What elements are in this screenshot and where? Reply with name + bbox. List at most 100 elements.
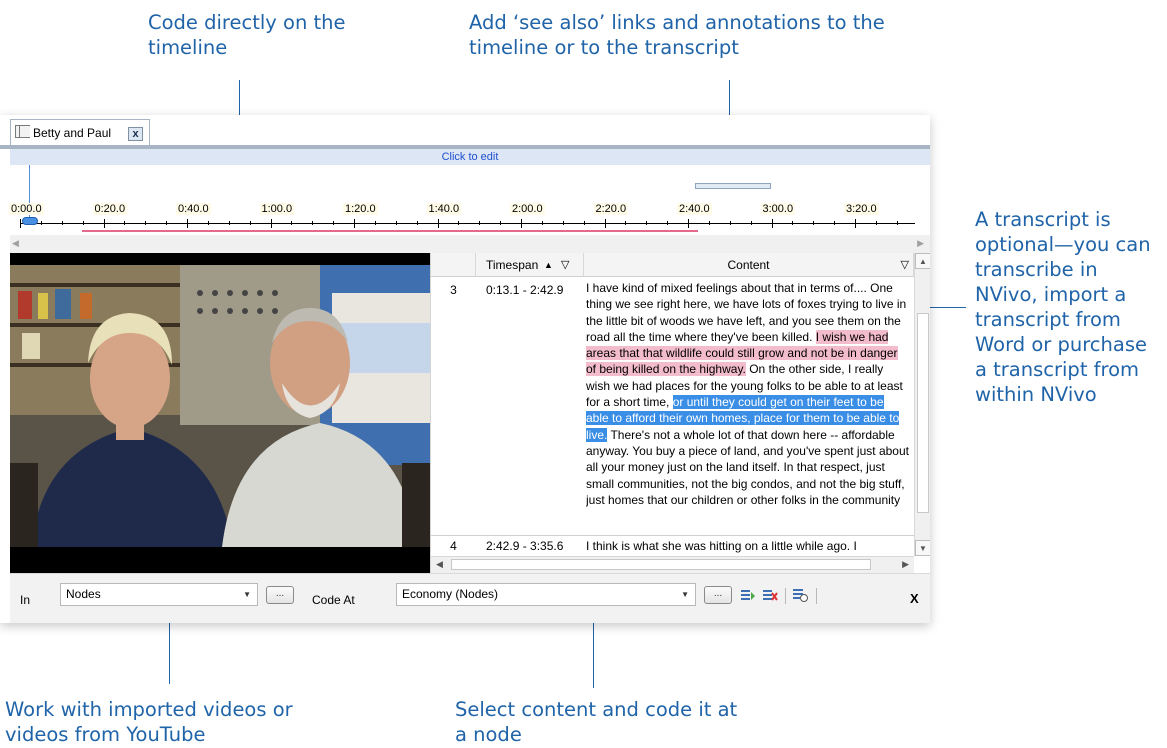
timeline-minor-tick [40, 221, 42, 225]
timeline-tick-label: 1:00.0 [259, 203, 295, 215]
timeline-tick-label: 2:20.0 [593, 203, 629, 215]
timeline-tick-label: 0:40.0 [176, 203, 211, 215]
in-select-value: Nodes [66, 587, 101, 601]
scroll-thumb[interactable] [917, 313, 929, 513]
timeline-minor-tick [458, 221, 460, 225]
timeline-tick-label: 1:20.0 [343, 203, 378, 215]
timeline-minor-tick [646, 221, 648, 225]
video-frame [10, 253, 430, 573]
callout-transcript: A transcript is optional—you can transcr… [975, 208, 1151, 406]
tab-strip: Betty and Paul x [0, 115, 930, 145]
callout-see-also: Add ‘see also’ links and annotations to … [469, 11, 885, 59]
row-timespan[interactable]: 2:42.9 - 3:35.6 [486, 539, 563, 553]
timespan-header-label: Timespan [486, 258, 539, 272]
highlight-coding-icon[interactable] [792, 588, 808, 602]
timeline-minor-tick [124, 221, 126, 225]
row-content[interactable]: I think is what she was hitting on a lit… [586, 539, 911, 553]
sort-icon[interactable]: ▲ [544, 253, 553, 277]
timeline-tick-label: 2:00.0 [510, 203, 545, 215]
in-select[interactable]: Nodes ▼ [60, 583, 258, 606]
quick-coding-bar: In Nodes ▼ ... Code At Economy (Nodes) ▼… [10, 573, 930, 623]
timeline-minor-tick [395, 221, 397, 225]
row-divider [431, 535, 914, 536]
callout-leader-line [924, 307, 966, 308]
tab-betty-and-paul[interactable]: Betty and Paul x [10, 119, 150, 145]
scroll-up-icon[interactable]: ▲ [915, 253, 930, 269]
timeline-scrollbar[interactable]: ◀ ▶ [10, 235, 930, 253]
timeline-tick [771, 219, 773, 228]
chevron-down-icon[interactable]: ▼ [243, 584, 251, 605]
timeline-minor-tick [813, 221, 815, 225]
timeline-minor-tick [479, 221, 481, 225]
callout-videos: Work with imported videos or videos from… [5, 698, 293, 746]
scroll-right-icon[interactable]: ▶ [902, 559, 909, 570]
timeline-minor-tick [792, 221, 794, 225]
timeline-tick [354, 219, 355, 228]
filter-icon[interactable]: ▽ [561, 253, 569, 277]
timeline-tick [187, 219, 188, 228]
scroll-left-icon[interactable]: ◀ [12, 238, 19, 249]
coding-stripe[interactable] [82, 230, 698, 232]
scroll-down-icon[interactable]: ▼ [915, 540, 930, 556]
column-header-content[interactable]: Content ▽ [584, 253, 914, 277]
chevron-down-icon[interactable]: ▼ [681, 584, 689, 605]
close-icon[interactable]: x [128, 127, 143, 141]
timeline[interactable]: 0:00.0 0:20.0 0:40.0 1:00.0 1:20.0 1:40.0 2:00… [9, 165, 930, 235]
timeline-tick [20, 219, 21, 228]
close-coding-bar-button[interactable]: X [910, 591, 919, 606]
transcript-text: There's not a whole lot of that down her… [586, 427, 909, 507]
code-at-label: Code At [312, 593, 355, 607]
timeline-minor-tick [61, 221, 63, 225]
timeline-minor-tick [291, 221, 293, 225]
tab-label: Betty and Paul [33, 126, 112, 140]
browse-button[interactable]: ... [704, 586, 732, 604]
transcript-grid: Timespan ▲ ▽ Content ▽ 3 0:13.1 - 2:42.9… [430, 253, 930, 573]
row-timespan[interactable]: 0:13.1 - 2:42.9 [486, 283, 563, 297]
code-selection-icon[interactable] [740, 588, 756, 602]
timeline-minor-tick [82, 221, 84, 225]
uncode-selection-icon[interactable] [762, 588, 778, 602]
timeline-minor-tick [583, 221, 585, 225]
timeline-tick-label: 3:20.0 [844, 203, 879, 215]
timeline-minor-tick [896, 221, 898, 225]
video-player[interactable] [10, 253, 430, 573]
callout-timeline-coding: Code directly on the timeline [148, 11, 346, 59]
timeline-tick [604, 219, 606, 228]
timeline-minor-tick [834, 221, 836, 225]
timeline-minor-tick [667, 221, 669, 225]
scroll-thumb[interactable] [451, 559, 871, 570]
timeline-minor-tick [875, 221, 877, 225]
timeline-minor-tick [729, 221, 731, 225]
timeline-minor-tick [166, 221, 168, 225]
scroll-left-icon[interactable]: ◀ [436, 559, 443, 570]
column-header-timespan[interactable]: Timespan ▲ ▽ [476, 253, 584, 277]
transcript-vertical-scrollbar[interactable]: ▲ ▼ [914, 253, 930, 556]
timeline-tick [855, 219, 856, 228]
media-window: Betty and Paul x Click to edit 0:00.0 0:2… [0, 115, 930, 623]
timeline-minor-tick [333, 221, 335, 225]
timeline-minor-tick [708, 221, 710, 225]
playhead-handle[interactable] [22, 217, 38, 225]
code-at-select-value: Economy (Nodes) [402, 587, 499, 601]
timeline-minor-tick [625, 221, 627, 225]
annotation-marker[interactable] [695, 183, 771, 189]
timeline-minor-tick [228, 221, 230, 225]
timeline-tick [270, 219, 272, 228]
timeline-tick [688, 219, 689, 228]
timeline-tick-label: 0:20.0 [92, 203, 128, 215]
scroll-right-icon[interactable]: ▶ [917, 238, 924, 249]
browse-button[interactable]: ... [266, 586, 294, 604]
code-at-select[interactable]: Economy (Nodes) ▼ [396, 583, 696, 606]
in-label: In [20, 593, 31, 607]
timeline-minor-tick [500, 221, 502, 225]
callout-select-content: Select content and code it at a node [455, 698, 738, 746]
timeline-tick [521, 219, 522, 228]
toolbar-separator [785, 588, 786, 604]
filter-icon[interactable]: ▽ [901, 253, 909, 277]
column-header-number[interactable] [431, 253, 476, 277]
row-content[interactable]: I have kind of mixed feelings about that… [586, 278, 911, 535]
click-to-edit-bar[interactable]: Click to edit [10, 149, 930, 165]
toolbar-separator [816, 588, 817, 604]
timeline-minor-tick [750, 221, 752, 225]
transcript-horizontal-scrollbar[interactable]: ◀ ▶ [431, 556, 914, 573]
